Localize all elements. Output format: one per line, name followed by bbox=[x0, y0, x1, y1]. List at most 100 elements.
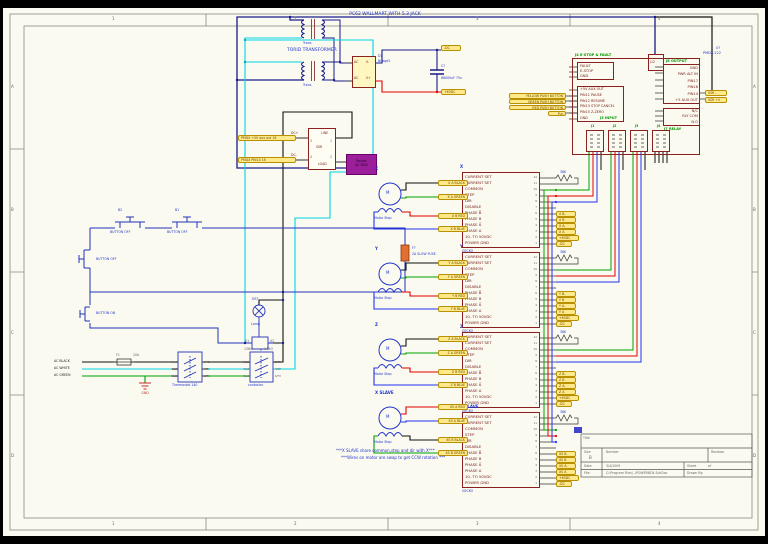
driver-x-flag-vplus: +65DC bbox=[556, 235, 579, 240]
ac-white-label: AC WHITE bbox=[54, 366, 70, 370]
ssr-pin-line: LINE bbox=[321, 131, 328, 135]
grid-col-1-top: 1 bbox=[112, 16, 115, 21]
titleblock-sheet-of: of bbox=[708, 464, 711, 468]
titleblock-sheet-label: Sheet bbox=[687, 464, 696, 468]
grid-col-4-top: 4 bbox=[658, 16, 661, 21]
driver-z-pin-numbers: 12 11 10 9 8 7 6 5 4 3 2 1 bbox=[530, 334, 537, 406]
note-xslave: ***X SLAVE share common,step and dir wit… bbox=[336, 448, 435, 453]
motor-x-m: M bbox=[386, 190, 389, 195]
titleblock-drawn-label: Drawn By: bbox=[687, 471, 703, 475]
driver-xslave-flag-a1: XS A- bbox=[556, 463, 576, 468]
lamp-label: Lamp bbox=[251, 322, 260, 326]
motor-y-flag-4: Y B BLUE bbox=[438, 306, 468, 312]
driver-x-pins: CURRENT SET CURRENT SET COMMON STEP DIR … bbox=[465, 174, 492, 246]
motor-x-flag-3: X B RED bbox=[438, 213, 468, 219]
driver-x-flag-b1: X B- bbox=[556, 211, 576, 216]
ssr-n2: 2 bbox=[330, 155, 332, 159]
driver-z-flag-vplus: +65DC bbox=[556, 395, 579, 400]
motor-xslave-m: M bbox=[386, 414, 389, 419]
grid-row-c-right: C bbox=[753, 330, 756, 335]
grid-col-3-bottom: 3 bbox=[476, 521, 479, 526]
driver-z-flag-b2: Z B bbox=[556, 377, 576, 382]
j1-label: J1 bbox=[591, 124, 594, 128]
ssr-dcplus-flag: PMDX +5V aux out 16 bbox=[238, 135, 296, 141]
yellow-pushbutton-flag: YELLOW PUSH BUTTON bbox=[509, 93, 566, 99]
motor-x-flag-2: X A GREEN bbox=[438, 194, 468, 200]
grid-row-a-right: A bbox=[753, 84, 756, 89]
b2-ref: B2 bbox=[118, 208, 122, 212]
motor-y-label: Motor Step bbox=[374, 296, 391, 300]
axis-connector-j4 bbox=[652, 130, 670, 152]
bridge-pin-vminus: V- bbox=[366, 60, 369, 64]
axis-connector-j1 bbox=[586, 130, 604, 152]
titleblock-size-label: Size bbox=[584, 450, 591, 454]
titleblock-revision-label: Revision bbox=[711, 450, 724, 454]
driver-y-pin-numbers: 12 11 10 9 8 7 6 5 4 3 2 1 bbox=[530, 254, 537, 326]
titleblock-file: C:\Program Files\..\POWERBOX.SchDoc bbox=[606, 471, 667, 475]
grid-col-1-bottom: 1 bbox=[112, 521, 115, 526]
toroid-transformer-label: TORID TRANSFORMER bbox=[287, 48, 337, 54]
driver-xslave-flag-b2: XS B bbox=[556, 457, 576, 462]
net-flag-minus-dc: -DC bbox=[441, 45, 461, 51]
b1-label: BUTTON OFF bbox=[167, 230, 187, 234]
driver-y-name: Y bbox=[460, 244, 463, 249]
driver-x-name: X bbox=[460, 164, 463, 169]
contactor-14no: 14NO bbox=[264, 347, 273, 351]
thermostat-pins-left: 1/L1 3/L2 5/L3 bbox=[167, 359, 177, 380]
motor-z-name: Z bbox=[375, 322, 378, 327]
grid-row-c-left: C bbox=[11, 330, 14, 335]
ssr-minus-flag: SSR - bbox=[705, 90, 727, 96]
driver-y-resistor-value: 36K bbox=[560, 250, 566, 254]
axis-connector-j2 bbox=[608, 130, 626, 152]
titleblock-file-label: File: bbox=[584, 471, 590, 475]
driver-y-flag-a1: Y A- bbox=[556, 303, 576, 308]
driver-xslave-gecko-label: GECKO bbox=[462, 489, 473, 493]
driver-x-flag-a2: X A bbox=[556, 229, 576, 234]
input-header: J5 INPUT bbox=[600, 116, 617, 121]
grid-row-b-left: B bbox=[11, 207, 14, 212]
motor-x-name: X bbox=[375, 166, 378, 171]
contactor-pins-left: 1/L1 3/L2 5/L3 bbox=[240, 359, 249, 380]
bridge-pin-ac1: AC bbox=[354, 60, 358, 64]
coil-a1: A1 bbox=[245, 339, 249, 343]
purple-wire-flag: Pur bbox=[548, 111, 566, 117]
thermostat-pins-right: 2/T1 4/T2 6/T3 bbox=[204, 359, 210, 380]
pmdx-part: PMDX-122 bbox=[703, 51, 721, 56]
grid-row-a-left: A bbox=[11, 84, 14, 89]
page-title: PC62 WALLMART WITH 5.3 JACK bbox=[290, 12, 480, 18]
titleblock-date: 3/4/2009 bbox=[606, 464, 620, 468]
driver-y-flag-gnd: -DC bbox=[556, 321, 572, 326]
driver-y-pins: CURRENT SET CURRENT SET COMMON STEP DIR … bbox=[465, 254, 492, 326]
motor-xslave-flag-1: XS A RED bbox=[438, 404, 468, 410]
ssr-pin-dcminus: DC- bbox=[291, 153, 297, 157]
bridge-type: Bridge2 bbox=[378, 59, 390, 63]
trans2-ref: Trans bbox=[303, 83, 311, 87]
driver-xslave-resistor-value: 36K bbox=[560, 410, 566, 414]
f1-value: 20A bbox=[133, 353, 139, 357]
driver-z-resistor-value: 36K bbox=[560, 330, 566, 334]
contactor-13no: 13NO bbox=[244, 347, 253, 351]
router-load-box: Router AC SIDE bbox=[346, 154, 377, 175]
ssr-label: SSR bbox=[316, 145, 322, 149]
motor-y-flag-2: Y A GREEN bbox=[438, 274, 468, 280]
motor-y-m: M bbox=[386, 270, 389, 275]
thermostat-label: Thermostat 140 bbox=[172, 383, 197, 387]
motor-xslave-flag-3: XS B BLACK bbox=[438, 437, 468, 443]
red-pushbutton-flag: RED PUSH BUTTON bbox=[509, 105, 566, 111]
ssr-dcminus-flag: PMDX PIN14 16 bbox=[238, 157, 296, 163]
estop-header: J4 E-STOP & FAULT bbox=[575, 53, 611, 58]
fuse2-label: 2A SLOW FUSE bbox=[412, 252, 436, 256]
j12-label: J12 bbox=[650, 60, 655, 64]
driver-x-flag-b2: X B bbox=[556, 217, 576, 222]
j2-label: J2 bbox=[613, 124, 616, 128]
estop-pins: FAULT E-STOP GND bbox=[580, 64, 593, 80]
titleblock-size: B bbox=[589, 455, 592, 460]
ac-green-label: AC GREEN bbox=[54, 373, 70, 377]
driver-y-flag-a2: Y A bbox=[556, 309, 576, 314]
ssr-plus5-flag: SSR +5 bbox=[705, 97, 727, 103]
driver-z-name: Z bbox=[460, 324, 463, 329]
titleblock-title-label: Title bbox=[583, 436, 590, 440]
net-flag-plus-65dc: +65DC bbox=[441, 89, 466, 95]
grid-col-2-bottom: 2 bbox=[294, 521, 297, 526]
contactor-label: contactor bbox=[248, 383, 263, 387]
